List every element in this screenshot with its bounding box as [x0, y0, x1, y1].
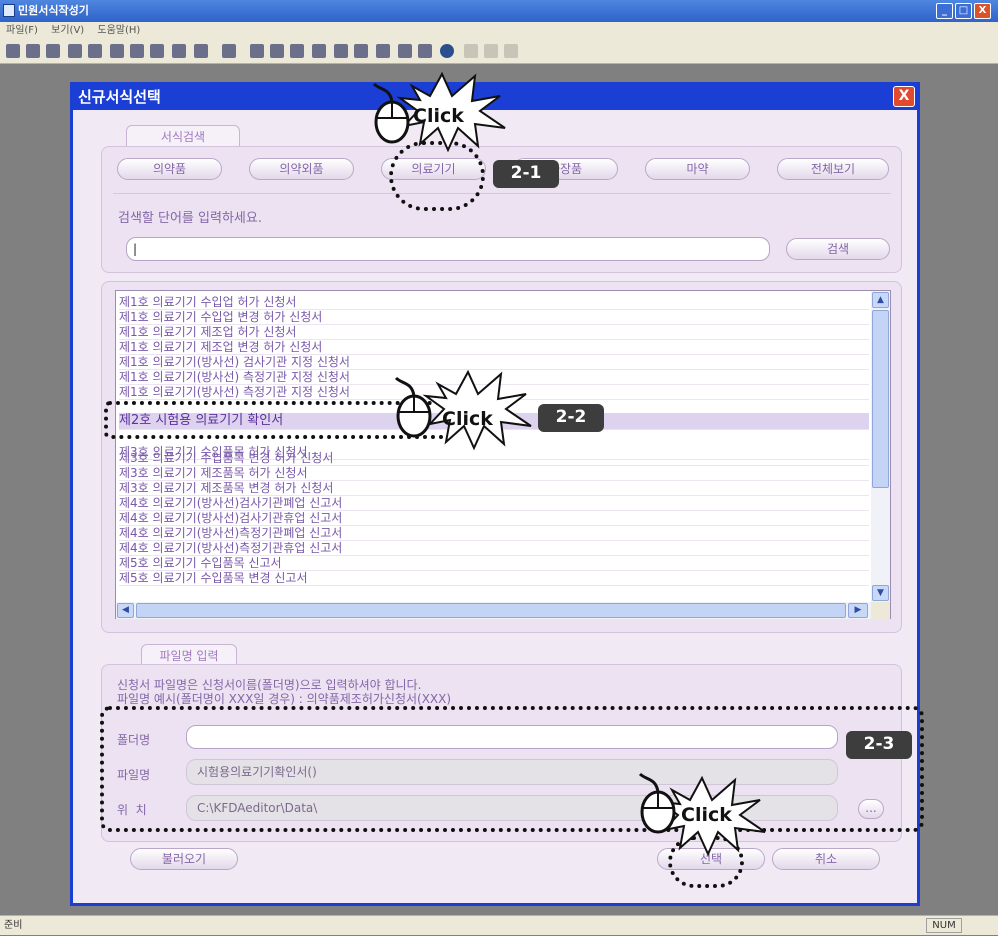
disabled-icon-1 [464, 44, 478, 58]
table-icon[interactable] [312, 44, 326, 58]
app-icon [3, 4, 15, 17]
click-label: Click [442, 408, 493, 430]
list-item[interactable]: 제1호 의료기기 수입업 허가 신청서 [119, 295, 869, 310]
click-label: Click [681, 804, 732, 826]
preview-icon[interactable] [88, 44, 102, 58]
list-item[interactable]: 제4호 의료기기(방사선)검사기관폐업 신고서 [119, 496, 869, 511]
status-bar: 준비 [0, 915, 998, 935]
cut-icon[interactable] [110, 44, 124, 58]
grid-icon[interactable] [398, 44, 412, 58]
disabled-icon-2 [484, 44, 498, 58]
insert-icon[interactable] [172, 44, 186, 58]
scroll-up-icon[interactable]: ▲ [872, 292, 889, 308]
print-icon[interactable] [68, 44, 82, 58]
app-title: 민원서식작성기 [18, 4, 89, 17]
dialog-close-button[interactable]: X [893, 86, 915, 107]
load-button[interactable]: 불러오기 [130, 848, 238, 870]
list-item[interactable]: 제4호 의료기기(방사선)측정기관휴업 신고서 [119, 541, 869, 556]
pen-icon[interactable] [250, 44, 264, 58]
cancel-button[interactable]: 취소 [772, 848, 880, 870]
form-list[interactable]: 제1호 의료기기 수입업 허가 신청서 제1호 의료기기 수입업 변경 허가 신… [115, 290, 891, 619]
format-icon[interactable] [222, 44, 236, 58]
list-item[interactable]: 제5호 의료기기 수입품목 변경 신고서 [119, 571, 869, 586]
notice-line-2: 파일명 예시(폴더명이 XXX일 경우) : 의약품제조허가신청서(XXX) [117, 692, 452, 706]
highlight-file-inputs [100, 706, 924, 832]
symbol-icon[interactable] [418, 44, 432, 58]
click-label: Click [413, 105, 464, 127]
paste-icon[interactable] [150, 44, 164, 58]
menu-help[interactable]: 도움말(H) [97, 25, 140, 36]
info-icon[interactable] [440, 44, 454, 58]
dialog-title: 신규서식선택 [78, 88, 161, 106]
scroll-corner [871, 602, 890, 619]
list-item[interactable]: 제3호 의료기기 제조품목 변경 허가 신청서 [119, 481, 869, 496]
zoom-in-icon[interactable] [270, 44, 284, 58]
search-prompt: 검색할 단어를 입력하세요. [118, 211, 262, 226]
field-icon[interactable] [376, 44, 390, 58]
search-section-tab: 서식검색 [126, 125, 240, 147]
list-item[interactable]: 제3호 의료기기 제조품목 허가 신청서 [119, 466, 869, 481]
vertical-scroll-thumb[interactable] [872, 310, 889, 488]
step-badge-2-1: 2-1 [493, 160, 559, 188]
step-badge-2-3: 2-3 [846, 731, 912, 759]
category-narcotics-button[interactable]: 마약 [645, 158, 750, 180]
search-input[interactable]: | [126, 237, 770, 261]
copy-icon[interactable] [130, 44, 144, 58]
mouse-icon [372, 82, 410, 144]
window-close-button[interactable]: X [974, 3, 991, 19]
maximize-button[interactable]: □ [955, 3, 972, 19]
app-title-bar: 민원서식작성기 [0, 0, 998, 22]
scroll-left-icon[interactable]: ◀ [117, 603, 134, 618]
horizontal-scroll-thumb[interactable] [136, 603, 846, 618]
status-text: 준비 [4, 920, 23, 931]
menu-view[interactable]: 보기(V) [51, 25, 84, 36]
menu-file[interactable]: 파일(F) [6, 25, 38, 36]
scroll-down-icon[interactable]: ▼ [872, 585, 889, 601]
step-badge-2-2: 2-2 [538, 404, 604, 432]
file-section-tab: 파일명 입력 [141, 644, 237, 666]
mouse-icon [394, 376, 432, 438]
list-item[interactable]: 제1호 의료기기 수입업 변경 허가 신청서 [119, 310, 869, 325]
category-pharma-button[interactable]: 의약품 [117, 158, 222, 180]
list-item[interactable]: 제1호 의료기기 제조업 허가 신청서 [119, 325, 869, 340]
shape-icon[interactable] [194, 44, 208, 58]
open-icon[interactable] [26, 44, 40, 58]
divider [113, 193, 891, 194]
category-quasi-drug-button[interactable]: 의약외품 [249, 158, 354, 180]
list-item[interactable]: 제1호 의료기기 제조업 변경 허가 신청서 [119, 340, 869, 355]
category-all-button[interactable]: 전체보기 [777, 158, 889, 180]
next-page-icon[interactable] [354, 44, 368, 58]
list-item[interactable]: 제4호 의료기기(방사선)측정기관폐업 신고서 [119, 526, 869, 541]
list-item[interactable]: 제4호 의료기기(방사선)검사기관휴업 신고서 [119, 511, 869, 526]
minimize-button[interactable]: _ [936, 3, 953, 19]
disabled-icon-3 [504, 44, 518, 58]
toolbar [0, 39, 998, 64]
menu-bar: 파일(F) 보기(V) 도움말(H) [0, 22, 998, 39]
prev-page-icon[interactable] [334, 44, 348, 58]
scroll-right-icon[interactable]: ▶ [848, 603, 868, 618]
mouse-icon [638, 772, 676, 834]
search-button[interactable]: 검색 [786, 238, 890, 260]
num-lock-indicator: NUM [926, 918, 962, 933]
new-doc-icon[interactable] [6, 44, 20, 58]
list-item[interactable]: 제5호 의료기기 수입품목 신고서 [119, 556, 869, 571]
save-icon[interactable] [46, 44, 60, 58]
zoom-out-icon[interactable] [290, 44, 304, 58]
